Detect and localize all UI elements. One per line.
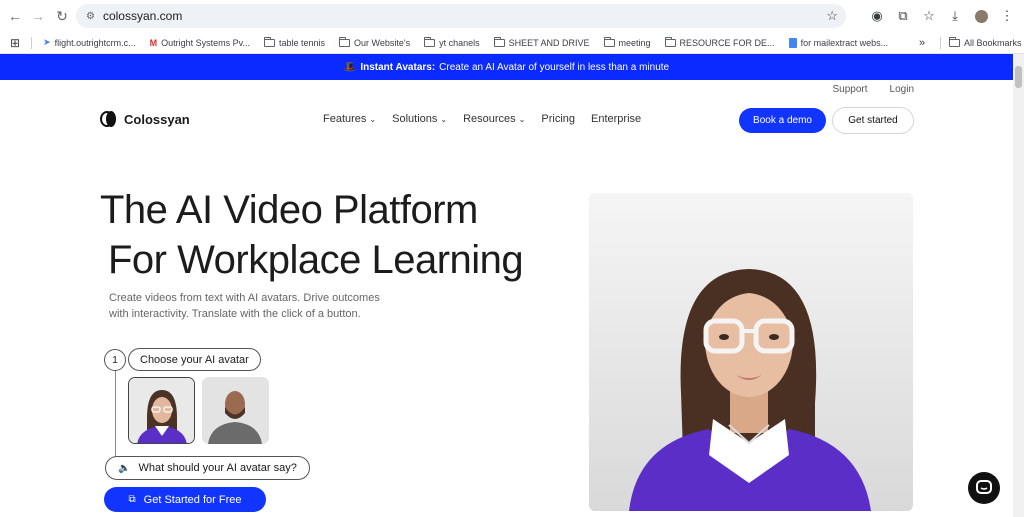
hero-title-line-1: The AI Video Platform <box>100 188 478 232</box>
main-nav: Features ⌄ Solutions ⌄ Resources ⌄ Pricing … <box>323 113 641 125</box>
folder-icon <box>664 36 676 47</box>
download-icon[interactable]: ⤓ <box>944 5 966 27</box>
bookmark-separator <box>940 36 941 49</box>
avatar-woman-image <box>129 378 194 443</box>
external-link-icon: ⧉ <box>128 494 136 505</box>
bookmark-separator <box>31 36 33 49</box>
step-number-badge: 1 <box>104 349 126 371</box>
folder-icon <box>424 36 436 47</box>
utility-links: Support Login <box>833 84 915 95</box>
login-link[interactable]: Login <box>890 84 914 95</box>
bookmark-folder[interactable]: meeting <box>597 36 658 48</box>
banner-bold-text: Instant Avatars: <box>360 61 436 73</box>
cta-label: Get Started for Free <box>143 493 242 506</box>
logo-text: Colossyan <box>124 111 190 127</box>
browser-toolbar: ← → ↻ ⚙ colossyan.com ☆ ◉ ⧉ ☆ ⤓ ⋮ <box>0 0 1024 32</box>
bookmark-item[interactable]: M Outright Systems Pv... <box>143 38 257 48</box>
avatar-option-woman[interactable] <box>128 377 195 444</box>
avatar-man-image <box>202 377 269 444</box>
bookmark-folder[interactable]: SHEET AND DRIVE <box>487 36 597 48</box>
book-demo-button[interactable]: Book a demo <box>739 108 826 133</box>
banner-text: Create an AI Avatar of yourself in less … <box>439 61 670 73</box>
get-started-free-button[interactable]: ⧉ Get Started for Free <box>104 487 266 512</box>
folder-icon <box>949 36 960 47</box>
bookmark-star-icon[interactable]: ☆ <box>826 8 838 24</box>
hero-title: The AI Video Platform For Workplace Lear… <box>100 185 524 285</box>
profile-avatar[interactable] <box>970 5 992 27</box>
apps-grid-icon[interactable]: ⊞ <box>0 36 27 50</box>
folder-icon <box>339 36 351 47</box>
bookmark-folder[interactable]: RESOURCE FOR DE... <box>658 36 782 48</box>
colossyan-logo[interactable]: Colossyan <box>100 111 190 127</box>
support-link[interactable]: Support <box>833 84 868 95</box>
hero-subtitle-line-2: with interactivity. Translate with the c… <box>109 308 361 320</box>
scrollbar-thumb[interactable] <box>1015 66 1022 88</box>
logo-mark-icon <box>100 111 120 127</box>
site-info-icon[interactable]: ⚙ <box>86 11 95 22</box>
url-text: colossyan.com <box>102 9 183 23</box>
promo-banner[interactable]: 🎩 Instant Avatars: Create an AI Avatar o… <box>0 54 1013 80</box>
choose-avatar-step[interactable]: Choose your AI avatar <box>128 348 261 371</box>
folder-icon <box>264 36 275 47</box>
reading-list-icon[interactable]: ☆ <box>918 5 940 27</box>
page-scrollbar[interactable] <box>1013 54 1024 517</box>
nav-solutions[interactable]: Solutions ⌄ <box>392 113 447 125</box>
chevron-down-icon: ⌄ <box>440 115 448 124</box>
address-bar[interactable]: ⚙ colossyan.com ☆ <box>76 4 846 28</box>
bookmark-folder[interactable]: Our Website's <box>332 36 417 48</box>
nav-features[interactable]: Features ⌄ <box>323 113 376 125</box>
bookmark-item[interactable]: for mailextract webs... <box>782 37 896 48</box>
bookmarks-bar: ⊞ ➤ flight.outrightcrm.c... M Outright Sys… <box>0 32 1024 54</box>
bookmark-item[interactable]: ➤ flight.outrightcrm.c... <box>36 37 143 48</box>
reload-icon[interactable]: ↻ <box>51 5 73 27</box>
extensions-icon[interactable]: ⧉ <box>892 5 914 27</box>
folder-icon <box>603 36 615 47</box>
bookmark-folder[interactable]: yt chanels <box>417 36 487 48</box>
bookmarks-overflow-button[interactable]: » <box>912 37 932 49</box>
bookmark-folder[interactable]: table tennis <box>257 36 332 48</box>
hat-emoji-icon: 🎩 <box>343 61 357 73</box>
all-bookmarks-folder[interactable]: All Bookmarks <box>942 36 1024 48</box>
folder-icon <box>493 36 505 47</box>
bird-icon: ➤ <box>43 37 51 47</box>
chat-bubble-icon <box>976 480 992 494</box>
avatar-script-label: What should your AI avatar say? <box>138 462 297 474</box>
chevron-down-icon: ⌄ <box>518 115 526 124</box>
get-started-button[interactable]: Get started <box>832 107 914 134</box>
nav-enterprise[interactable]: Enterprise <box>591 113 641 125</box>
speaker-icon: 🔈 <box>118 462 131 474</box>
hero-subtitle: Create videos from text with AI avatars.… <box>109 290 409 322</box>
avatar-script-step[interactable]: 🔈 What should your AI avatar say? <box>105 456 310 480</box>
extension-chat-icon[interactable]: ◉ <box>866 5 888 27</box>
nav-pricing[interactable]: Pricing <box>541 113 575 125</box>
hero-woman-illustration <box>589 193 913 511</box>
steps-connector-line <box>115 370 116 458</box>
menu-kebab-icon[interactable]: ⋮ <box>996 5 1018 27</box>
docs-icon <box>788 37 797 48</box>
forward-icon[interactable]: → <box>27 5 49 27</box>
back-icon[interactable]: ← <box>4 5 26 27</box>
hero-avatar-image <box>589 193 913 511</box>
avatar-option-man[interactable] <box>202 377 269 444</box>
gmail-icon: M <box>149 37 158 48</box>
hero-subtitle-line-1: Create videos from text with AI avatars.… <box>109 292 380 304</box>
chat-widget-button[interactable] <box>968 472 1000 504</box>
nav-resources[interactable]: Resources ⌄ <box>463 113 525 125</box>
chevron-down-icon: ⌄ <box>369 115 377 124</box>
hero-title-line-2: For Workplace Learning <box>108 238 524 282</box>
